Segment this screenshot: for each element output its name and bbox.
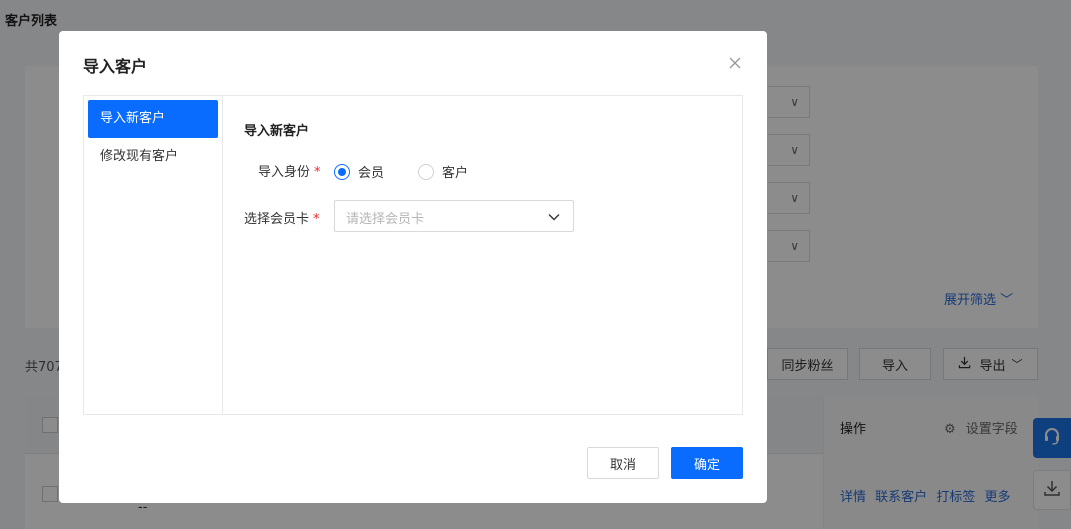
required-mark: * bbox=[313, 212, 320, 227]
radio-member-label: 会员 bbox=[358, 166, 385, 181]
cancel-label: 取消 bbox=[609, 457, 636, 473]
radio-dot bbox=[418, 163, 434, 180]
radio-customer-label: 客户 bbox=[442, 166, 469, 181]
dialog-body: 导入新客户 修改现有客户 导入新客户 导入身份 * 会员 客户 选择会员卡 * 请选… bbox=[83, 95, 743, 415]
dialog-title: 导入客户 bbox=[83, 57, 148, 76]
radio-dot bbox=[334, 163, 350, 180]
member-card-placeholder: 请选择会员卡 bbox=[346, 212, 425, 227]
member-card-label: 选择会员卡 bbox=[244, 212, 310, 227]
nav-item-import-new[interactable]: 导入新客户 bbox=[88, 100, 218, 138]
import-form: 导入新客户 导入身份 * 会员 客户 选择会员卡 * 请选择会员卡 bbox=[224, 96, 742, 414]
confirm-button[interactable]: 确定 bbox=[671, 447, 743, 479]
required-mark: * bbox=[314, 165, 321, 180]
identity-label: 导入身份 bbox=[258, 165, 311, 180]
member-card-label-row: 选择会员卡 * bbox=[244, 208, 320, 227]
import-mode-nav: 导入新客户 修改现有客户 bbox=[84, 96, 223, 414]
section-title: 导入新客户 bbox=[244, 124, 310, 139]
identity-label-row: 导入身份 * bbox=[258, 161, 321, 180]
confirm-label: 确定 bbox=[693, 457, 720, 473]
radio-member[interactable]: 会员 bbox=[334, 162, 384, 181]
member-card-select[interactable]: 请选择会员卡 bbox=[334, 200, 574, 232]
import-customer-dialog: 导入客户 导入新客户 修改现有客户 导入新客户 导入身份 * 会员 客户 选择会员… bbox=[59, 31, 767, 503]
cancel-button[interactable]: 取消 bbox=[587, 447, 659, 479]
nav-item-modify-existing[interactable]: 修改现有客户 bbox=[88, 138, 218, 176]
chevron-down-icon bbox=[547, 210, 561, 224]
close-icon[interactable] bbox=[727, 55, 743, 71]
radio-customer[interactable]: 客户 bbox=[418, 162, 468, 181]
